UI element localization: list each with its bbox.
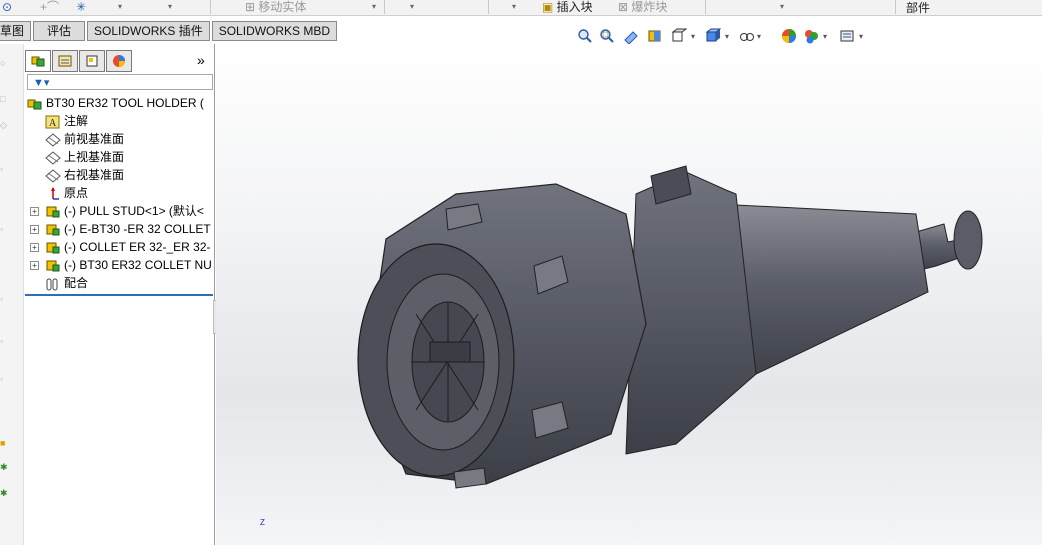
tool-icon[interactable]: ◦ xyxy=(0,164,10,174)
tree-item-component[interactable]: (-) E-BT30 -ER 32 COLLET xyxy=(45,220,215,238)
section-view-icon[interactable] xyxy=(647,28,663,44)
expand-toggle[interactable]: + xyxy=(30,261,39,270)
panel-expand-button[interactable]: » xyxy=(197,52,205,68)
tree-item-mates[interactable]: 配合 xyxy=(45,274,88,292)
view-orientation-icon[interactable] xyxy=(671,28,687,44)
filter-box[interactable]: ▼▾ xyxy=(27,74,213,90)
view-settings-icon[interactable] xyxy=(839,28,855,44)
plane-icon xyxy=(45,169,61,183)
line-tool-icon[interactable]: +⌒ xyxy=(40,0,59,14)
tree-item-origin[interactable]: 原点 xyxy=(45,184,88,202)
tree-item-label: 配合 xyxy=(64,276,89,290)
zoom-to-area-icon[interactable] xyxy=(599,28,615,44)
axis-triad: Z xyxy=(260,518,265,527)
feature-tree-tab[interactable] xyxy=(25,50,51,72)
apply-scene-icon[interactable] xyxy=(803,28,819,44)
tree-item-annotations[interactable]: A 注解 xyxy=(45,112,88,130)
expand-toggle[interactable]: + xyxy=(30,243,39,252)
tree-item-component[interactable]: (-) PULL STUD<1> (默认< xyxy=(45,202,215,220)
tool-icon[interactable]: ◦ xyxy=(0,374,10,384)
move-entity-button[interactable]: ⊞ 移动实体 xyxy=(245,0,306,14)
tool-icon[interactable]: ◇ xyxy=(0,120,10,130)
feature-manager-panel: » ▼▾ BT30 ER32 TOOL HOLDER ( A 注解 前视基准面 上… xyxy=(25,44,219,545)
tool-holder-model[interactable] xyxy=(216,44,1042,545)
part-icon xyxy=(46,224,60,236)
tree-item-component[interactable]: (-) COLLET ER 32-_ER 32- xyxy=(45,238,215,256)
origin-icon xyxy=(51,186,59,200)
explode-block-icon: ⊠ xyxy=(618,0,632,14)
plane-icon xyxy=(45,133,61,147)
folder-icon[interactable]: ■ xyxy=(0,438,10,448)
hide-show-items-icon[interactable] xyxy=(739,28,755,44)
display-manager-icon xyxy=(113,55,125,67)
tab-solidworks-mbd[interactable]: SOLIDWORKS MBD xyxy=(211,21,338,41)
configuration-icon xyxy=(86,55,98,67)
tool-icon[interactable]: ◦ xyxy=(0,294,10,304)
feature-manager-tabs xyxy=(25,50,133,72)
tool-icon[interactable]: ◦ xyxy=(0,336,10,346)
part-icon xyxy=(46,206,60,218)
display-manager-tab[interactable] xyxy=(106,50,132,72)
zoom-to-fit-icon[interactable] xyxy=(577,28,593,44)
svg-text:A: A xyxy=(49,118,57,129)
tab-solidworks-addins[interactable]: SOLIDWORKS 插件 xyxy=(87,21,210,41)
tree-item-label: 前视基准面 xyxy=(64,132,125,146)
display-style-icon[interactable] xyxy=(705,28,721,44)
previous-view-icon[interactable] xyxy=(623,28,639,44)
component-button[interactable]: 部件 xyxy=(906,1,930,15)
insert-block-icon: ▣ xyxy=(542,0,557,14)
tree-item-label: (-) COLLET ER 32-_ER 32- xyxy=(64,240,211,254)
mates-icon xyxy=(46,278,58,291)
explode-block-button[interactable]: ⊠ 爆炸块 xyxy=(618,0,667,14)
tree-item-label: (-) BT30 ER32 COLLET NU xyxy=(64,258,212,272)
tree-item-label: (-) PULL STUD<1> (默认< xyxy=(64,204,204,218)
plane-icon xyxy=(45,151,61,165)
edit-appearance-icon[interactable] xyxy=(781,28,797,44)
left-sketch-toolbar: ○ □ ◇ ◦ ◦ ◦ ◦ ◦ ■ ✱ ✱ xyxy=(0,44,24,545)
tree-item-component[interactable]: (-) BT30 ER32 COLLET NU xyxy=(45,256,215,274)
tool-icon[interactable]: ○ xyxy=(0,58,10,68)
tab-sketch[interactable]: 草图 xyxy=(0,21,32,41)
move-entity-icon: ⊞ xyxy=(245,0,259,14)
tool-icon[interactable]: □ xyxy=(0,94,10,104)
feature-tree-icon xyxy=(31,56,45,67)
configuration-manager-tab[interactable] xyxy=(79,50,105,72)
command-manager-tabs: 草图 评估 SOLIDWORKS 插件 SOLIDWORKS MBD xyxy=(0,21,339,41)
filter-icon: ▼▾ xyxy=(33,77,50,89)
explode-block-label: 爆炸块 xyxy=(631,0,668,14)
assembly-icon xyxy=(27,99,42,110)
tree-divider xyxy=(25,294,213,296)
expand-toggle[interactable]: + xyxy=(30,225,39,234)
tree-item-top-plane[interactable]: 上视基准面 xyxy=(45,148,124,166)
tree-item-label: (-) E-BT30 -ER 32 COLLET xyxy=(64,222,211,236)
tree-item-front-plane[interactable]: 前视基准面 xyxy=(45,130,124,148)
property-manager-tab[interactable] xyxy=(52,50,78,72)
tree-item-label: 注解 xyxy=(64,114,89,128)
insert-block-button[interactable]: ▣ 插入块 xyxy=(542,0,593,14)
tree-item-label: 原点 xyxy=(64,186,89,200)
graphics-viewport[interactable]: Z xyxy=(216,44,1042,545)
sketch-icon[interactable]: ✱ xyxy=(0,462,10,472)
move-entity-label: 移动实体 xyxy=(258,0,307,14)
expand-toggle[interactable]: + xyxy=(30,207,39,216)
property-manager-icon xyxy=(58,55,72,67)
point-tool-icon[interactable]: ✳ xyxy=(76,0,86,14)
tree-item-right-plane[interactable]: 右视基准面 xyxy=(45,166,124,184)
tree-item-label: 上视基准面 xyxy=(64,150,125,164)
insert-block-label: 插入块 xyxy=(556,0,593,14)
circle-tool-icon[interactable]: ⊙ xyxy=(2,0,12,14)
tab-evaluate[interactable]: 评估 xyxy=(33,21,86,41)
command-ribbon: ⊙ +⌒ ✳ ▾ ▾ ⊞ 移动实体 ▾ ▾ ▾ ▣ 插入块 ⊠ 爆炸块 ▾ 部件 xyxy=(0,0,1042,16)
tree-item-label: BT30 ER32 TOOL HOLDER ( xyxy=(46,96,204,110)
sketch-icon[interactable]: ✱ xyxy=(0,488,10,498)
annotation-icon: A xyxy=(45,115,60,129)
tree-item-label: 右视基准面 xyxy=(64,168,125,182)
tool-icon[interactable]: ◦ xyxy=(0,224,10,234)
part-icon xyxy=(46,260,60,272)
part-icon xyxy=(46,242,60,254)
tree-item-root[interactable]: BT30 ER32 TOOL HOLDER ( xyxy=(27,94,215,112)
